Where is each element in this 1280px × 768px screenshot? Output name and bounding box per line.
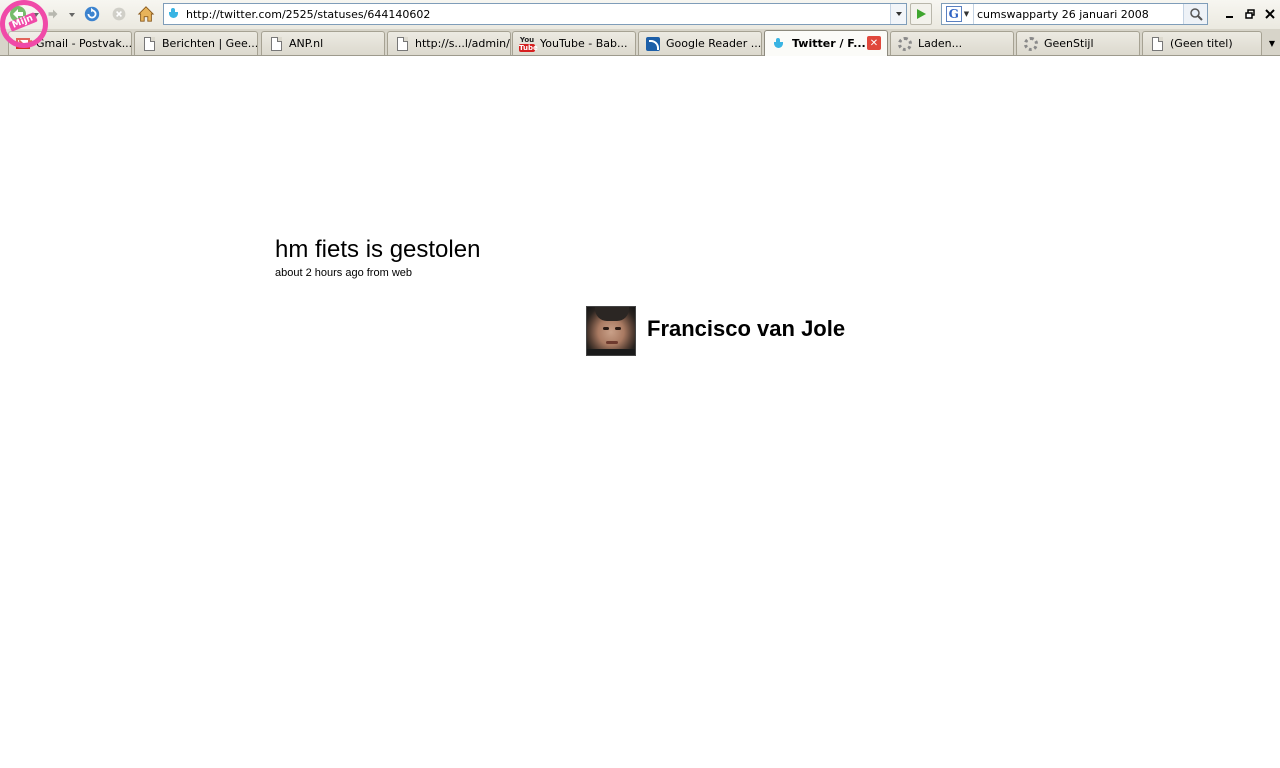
magnifier-icon <box>1189 8 1203 21</box>
search-input[interactable] <box>974 5 1183 23</box>
search-button[interactable] <box>1183 4 1207 24</box>
tweet-source-link[interactable]: web <box>392 267 412 279</box>
document-icon <box>268 36 284 52</box>
author-name-link[interactable]: Francisco van Jole <box>647 316 845 342</box>
tab-label: Berichten | Gee... <box>162 37 257 50</box>
tab-list-dropdown[interactable]: ▼ <box>1265 33 1279 53</box>
minimize-icon <box>1226 16 1233 18</box>
addon-badge-label: Mijn <box>8 12 38 32</box>
chevron-down-icon <box>69 13 75 17</box>
page-content: hm fiets is gestolen about 2 hours ago f… <box>0 57 1280 768</box>
url-history-dropdown[interactable] <box>890 4 906 24</box>
restore-button[interactable] <box>1241 5 1259 23</box>
tab-google-reader[interactable]: Google Reader ... <box>638 31 762 55</box>
loading-spinner-icon <box>897 36 913 52</box>
go-button[interactable] <box>910 3 932 25</box>
tab-geenstijl[interactable]: GeenStijl <box>1016 31 1140 55</box>
youtube-icon: You Tube <box>519 35 538 52</box>
tab-label: Gmail - Postvak... <box>36 37 131 50</box>
reload-icon <box>84 6 100 22</box>
home-button[interactable] <box>134 3 158 25</box>
tab-label: Twitter / F... <box>792 37 866 50</box>
tab-label: ANP.nl <box>289 37 324 50</box>
reload-button[interactable] <box>81 3 103 25</box>
tab-label: (Geen titel) <box>1170 37 1233 50</box>
tab-label: GeenStijl <box>1044 37 1094 50</box>
rss-icon <box>645 36 661 52</box>
tab-label: YouTube - Bab... <box>540 37 628 50</box>
google-icon: G <box>945 6 962 22</box>
stop-icon <box>112 7 126 21</box>
navigation-toolbar: Mijn http://twitter.com/2525/statuses/64… <box>0 0 1280 48</box>
url-bar[interactable] <box>163 3 907 25</box>
tab-berichten[interactable]: Berichten | Gee... <box>134 31 258 55</box>
twitter-bird-icon <box>771 36 787 52</box>
tab-admin[interactable]: http://s...l/admin/ <box>387 31 511 55</box>
stop-button[interactable] <box>108 3 130 25</box>
home-icon <box>137 6 155 22</box>
document-icon <box>1149 36 1165 52</box>
search-bar[interactable]: G ▼ <box>941 3 1208 25</box>
url-input[interactable] <box>184 5 890 23</box>
search-engine-selector[interactable]: G ▼ <box>942 4 974 24</box>
minimize-button[interactable] <box>1221 5 1239 23</box>
tab-geen-titel[interactable]: (Geen titel) <box>1142 31 1262 55</box>
tab-label: Google Reader ... <box>666 37 761 50</box>
tab-close-icon[interactable]: ✕ <box>867 36 881 50</box>
addon-badge-icon: Mijn <box>0 0 48 48</box>
close-window-button[interactable] <box>1261 5 1279 23</box>
tab-youtube[interactable]: You Tube YouTube - Bab... <box>512 31 636 55</box>
chevron-down-icon <box>895 12 902 16</box>
tweet-timestamp-link[interactable]: about 2 hours ago <box>275 267 364 279</box>
tab-twitter[interactable]: Twitter / F... ✕ <box>764 30 888 56</box>
play-arrow-icon <box>917 9 926 19</box>
document-icon <box>394 36 410 52</box>
close-icon <box>1265 9 1275 19</box>
tab-anp[interactable]: ANP.nl <box>261 31 385 55</box>
chevron-down-icon: ▼ <box>1268 38 1276 48</box>
tweet-via-label: from <box>366 267 389 279</box>
loading-spinner-icon <box>1023 36 1039 52</box>
forward-history-dropdown[interactable] <box>67 4 77 26</box>
twitter-bird-icon <box>164 7 184 21</box>
author-avatar[interactable] <box>586 306 636 356</box>
document-icon <box>141 36 157 52</box>
tab-strip: Gmail - Postvak... Berichten | Gee... AN… <box>0 29 1280 56</box>
chevron-down-icon: ▼ <box>963 10 970 18</box>
restore-icon <box>1245 9 1255 19</box>
tweet-text: hm fiets is gestolen <box>275 236 481 263</box>
tweet-meta: about 2 hours ago from web <box>275 267 412 279</box>
tab-label: http://s...l/admin/ <box>415 37 510 50</box>
tab-loading[interactable]: Laden... <box>890 31 1014 55</box>
tab-label: Laden... <box>918 37 963 50</box>
